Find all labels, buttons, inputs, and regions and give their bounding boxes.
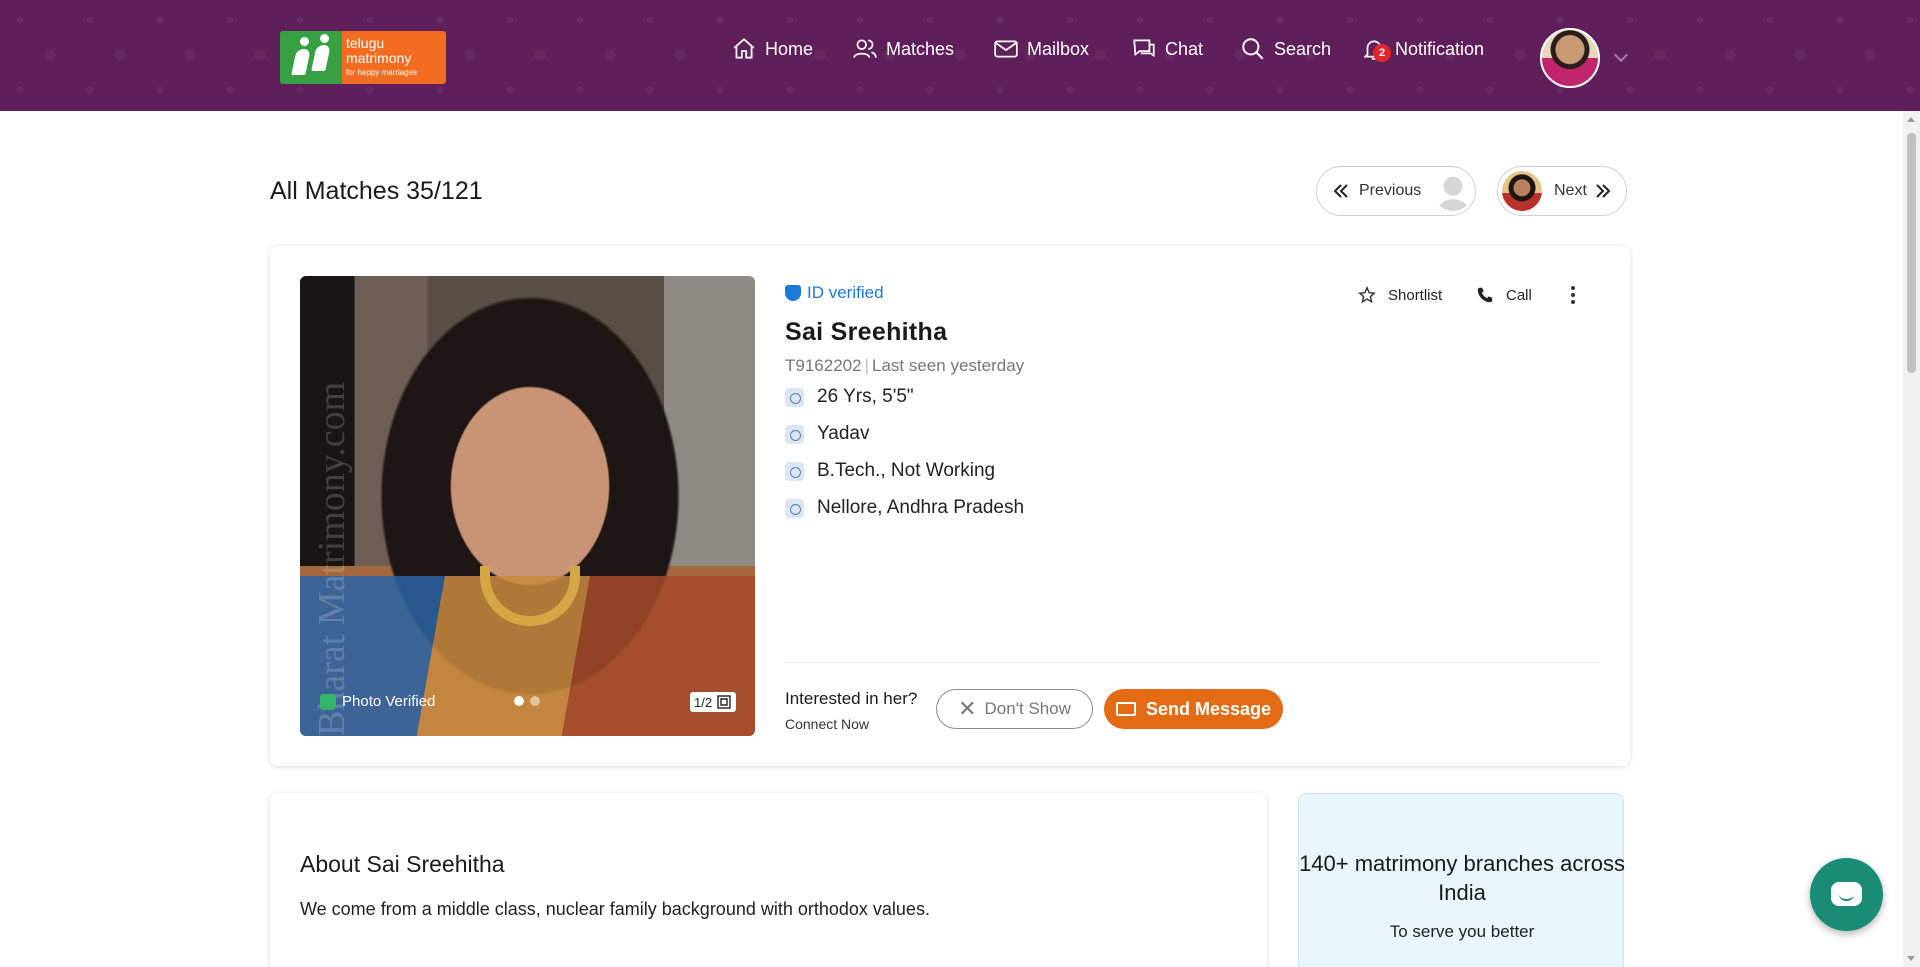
attr-education: B.Tech., Not Working: [785, 460, 995, 482]
chat-support-button[interactable]: [1810, 858, 1883, 931]
nav-home[interactable]: Home: [731, 36, 813, 62]
search-icon: [1242, 38, 1264, 60]
age-icon: [785, 387, 804, 407]
attr-age-height: 26 Yrs, 5'5": [785, 386, 914, 408]
card-divider: [785, 662, 1600, 663]
nav-search[interactable]: Search: [1240, 36, 1331, 62]
profile-card: Bharat Matrimony.com Photo Verified 1/2 …: [270, 246, 1630, 766]
nav-matches[interactable]: Matches: [852, 36, 954, 62]
carousel-dot[interactable]: [530, 696, 540, 706]
scrollbar-thumb[interactable]: [1907, 133, 1916, 373]
phone-icon: [1477, 287, 1493, 303]
last-seen: Last seen yesterday: [872, 356, 1025, 375]
gallery-icon: [717, 695, 731, 709]
interest-question: Interested in her?: [785, 689, 918, 708]
call-button[interactable]: Call: [1476, 286, 1532, 304]
home-icon: [733, 38, 755, 59]
call-label: Call: [1506, 286, 1532, 304]
notification-badge: 2: [1373, 44, 1391, 62]
shield-check-icon: [785, 285, 801, 301]
logo-mark: [280, 31, 342, 84]
user-avatar[interactable]: [1540, 28, 1600, 88]
logo-line1: telugu: [346, 35, 385, 51]
send-message-button[interactable]: Send Message: [1104, 689, 1283, 729]
envelope-icon: [1115, 702, 1136, 716]
about-text: We come from a middle class, nuclear fam…: [300, 899, 930, 919]
photo-verified: Photo Verified: [320, 693, 435, 710]
nav-search-label: Search: [1274, 38, 1332, 59]
about-title: About Sai Sreehitha: [300, 851, 505, 877]
dont-show-button[interactable]: ✕ Don't Show: [936, 689, 1093, 729]
location-icon: [785, 498, 804, 518]
photo-watermark: Bharat Matrimony.com: [311, 381, 353, 736]
photo-counter-text: 1/2: [694, 694, 713, 710]
next-label: Next: [1554, 182, 1587, 199]
users-icon: [853, 39, 877, 58]
previous-label: Previous: [1359, 182, 1422, 199]
double-chevron-left-icon: [1333, 184, 1348, 198]
branches-promo: 140+ matrimony branches across India To …: [1298, 793, 1625, 967]
page-scrollbar[interactable]: [1903, 111, 1920, 967]
scroll-up-arrow-icon[interactable]: [1907, 117, 1915, 122]
nav-home-label: Home: [765, 38, 814, 59]
education-icon: [785, 461, 804, 481]
nav-mailbox[interactable]: Mailbox: [993, 36, 1089, 62]
profile-id: T9162202: [785, 356, 862, 375]
community-icon: [785, 424, 804, 444]
attr-location-text: Nellore, Andhra Pradesh: [817, 497, 1025, 518]
nav-notification[interactable]: 2 Notification: [1361, 36, 1484, 62]
nav-notification-label: Notification: [1395, 38, 1485, 59]
attr-age-height-text: 26 Yrs, 5'5": [817, 386, 914, 407]
attr-education-text: B.Tech., Not Working: [817, 460, 996, 481]
chat-bubble-icon: [1831, 882, 1862, 906]
check-badge-icon: [320, 693, 336, 710]
nav-chat[interactable]: Chat: [1131, 36, 1203, 62]
shortlist-label: Shortlist: [1388, 286, 1443, 304]
logo-tagline: for happy marriages: [346, 68, 418, 77]
profile-meta: T9162202 | Last seen yesterday: [785, 356, 1025, 375]
scroll-down-arrow-icon[interactable]: [1907, 956, 1915, 961]
dont-show-label: Don't Show: [984, 699, 1071, 718]
photo-counter[interactable]: 1/2: [690, 692, 737, 712]
attr-community-text: Yadav: [817, 423, 870, 444]
id-verified-label: ID verified: [807, 283, 884, 302]
branches-title: 140+ matrimony branches across India: [1299, 851, 1625, 905]
id-verified: ID verified: [785, 283, 884, 303]
photo-carousel-dots[interactable]: [514, 696, 540, 706]
interest-sub: Connect Now: [785, 716, 870, 732]
nav-chat-label: Chat: [1165, 38, 1204, 59]
next-profile-thumbnail: [1502, 171, 1542, 211]
previous-profile-thumbnail: [1433, 171, 1474, 211]
next-button[interactable]: Next: [1497, 166, 1627, 216]
profile-name: Sai Sreehitha: [785, 318, 948, 346]
attr-community: Yadav: [785, 423, 869, 445]
send-message-label: Send Message: [1145, 698, 1272, 719]
star-icon: [1358, 286, 1376, 304]
chevron-down-icon[interactable]: [1613, 47, 1629, 63]
nav-matches-label: Matches: [886, 38, 955, 59]
double-chevron-right-icon: [1596, 184, 1611, 198]
top-header: telugu matrimony for happy marriages Hom…: [0, 0, 1920, 111]
chat-icon: [1133, 39, 1155, 58]
carousel-dot[interactable]: [514, 696, 524, 706]
nav-mailbox-label: Mailbox: [1027, 38, 1090, 59]
shortlist-button[interactable]: Shortlist: [1358, 286, 1442, 304]
attr-location: Nellore, Andhra Pradesh: [785, 497, 1024, 519]
close-icon: ✕: [958, 696, 977, 721]
branches-subtitle: To serve you better: [1389, 922, 1535, 941]
about-section: About Sai Sreehitha We come from a middl…: [270, 793, 1267, 967]
logo-line2: matrimony: [346, 50, 412, 66]
photo-verified-label: Photo Verified: [342, 693, 436, 710]
mail-icon: [994, 40, 1018, 58]
previous-button[interactable]: Previous: [1316, 166, 1476, 216]
more-options-icon[interactable]: [1570, 286, 1576, 308]
page-title: All Matches 35/121: [270, 177, 483, 205]
profile-photo[interactable]: Bharat Matrimony.com Photo Verified 1/2: [300, 276, 755, 736]
telugu-matrimony-logo[interactable]: telugu matrimony for happy marriages: [280, 31, 446, 84]
